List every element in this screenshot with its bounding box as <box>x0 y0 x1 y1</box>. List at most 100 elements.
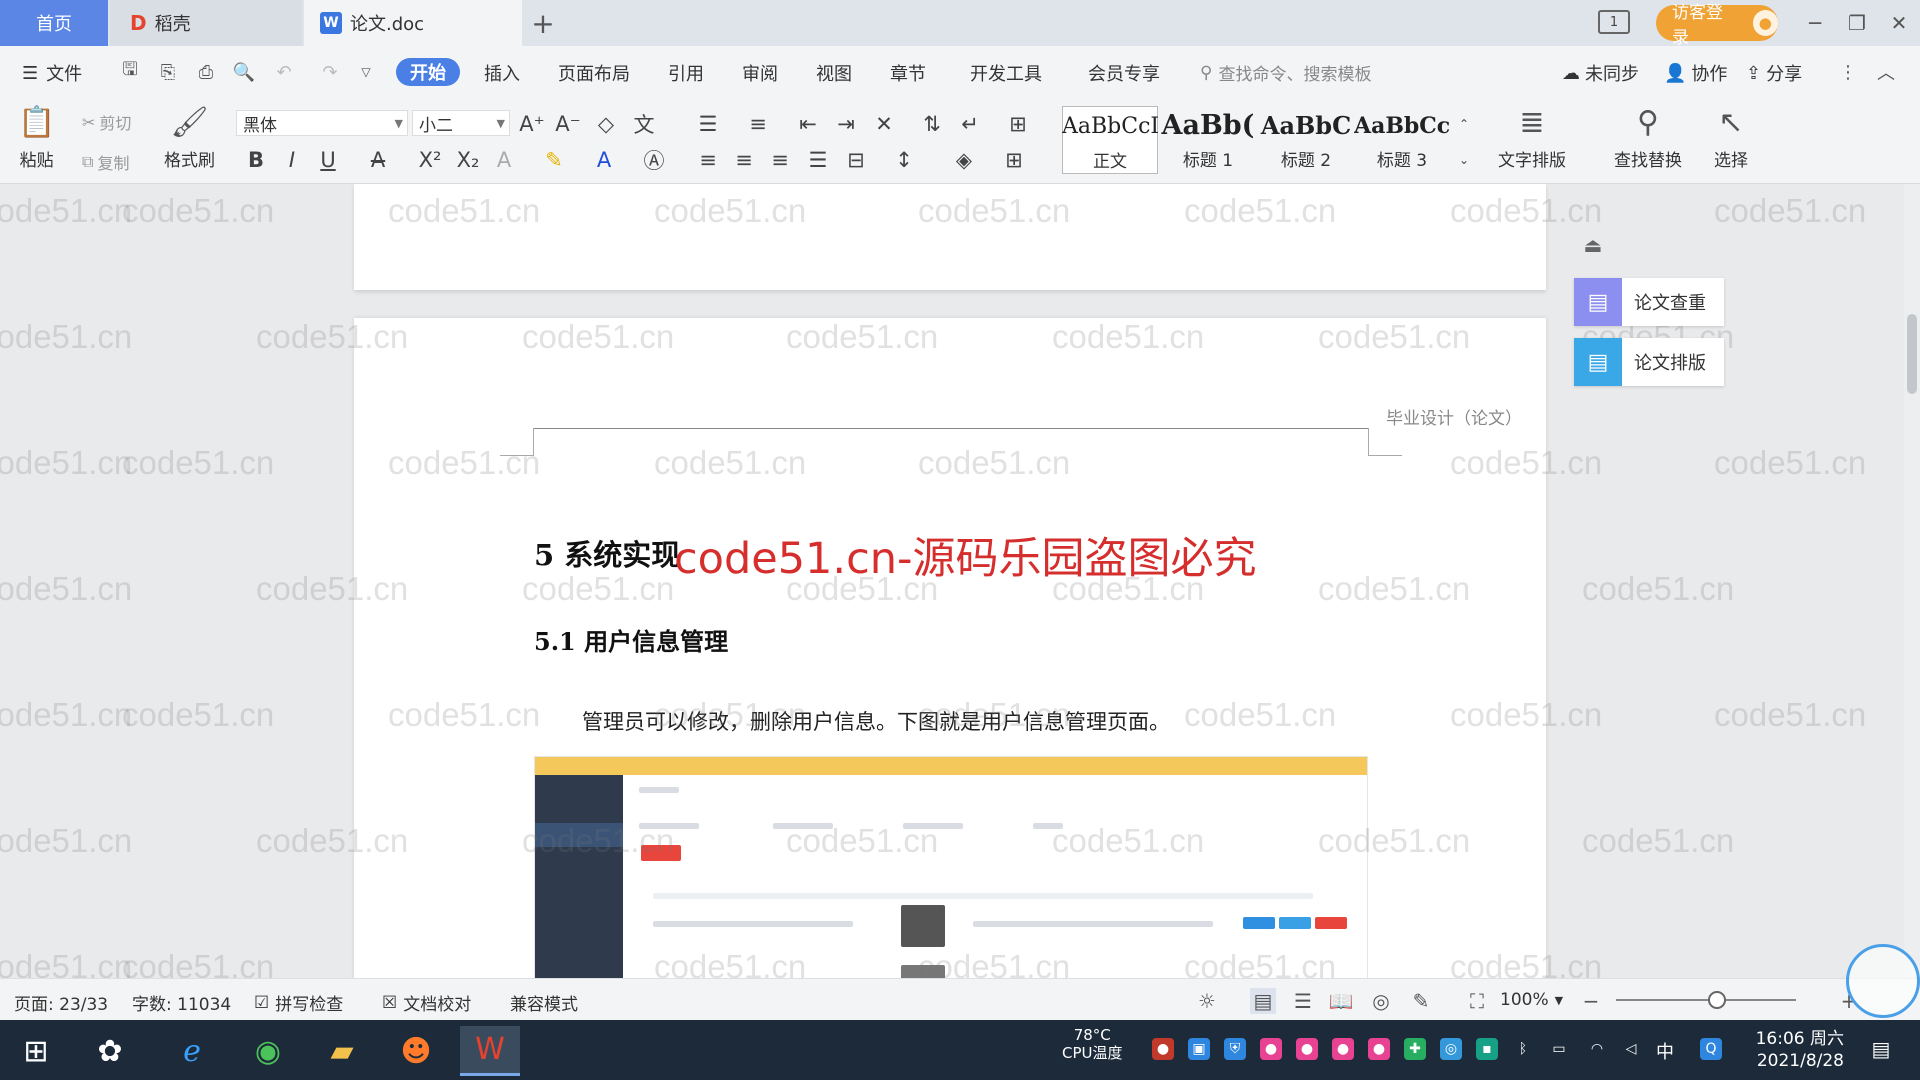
find-replace-button[interactable]: ⚲ 查找替换 <box>1614 104 1682 171</box>
page-indicator[interactable]: 页面: 23/33 <box>14 990 108 1015</box>
menu-file[interactable]: ☰ 文件 <box>22 60 82 86</box>
undo-icon[interactable]: ↶ <box>272 60 296 84</box>
reading-view-icon[interactable]: 📖 <box>1328 988 1354 1014</box>
phonetic-icon[interactable]: 文 <box>630 110 658 138</box>
embedded-screenshot[interactable] <box>534 756 1368 978</box>
line-spacing-icon[interactable]: ↕ <box>890 146 918 174</box>
cut-button[interactable]: ✂ 剪切 <box>82 110 131 134</box>
show-marks-icon[interactable]: ↵ <box>956 110 984 138</box>
copy-button[interactable]: ⧉ 复制 <box>82 150 129 174</box>
align-left-icon[interactable]: ≡ <box>694 146 722 174</box>
bluetooth-icon[interactable]: ᛒ <box>1512 1038 1534 1060</box>
grow-font-icon[interactable]: A⁺ <box>518 110 546 138</box>
wifi-icon[interactable]: ◠ <box>1586 1038 1608 1060</box>
quick-access-dropdown-icon[interactable]: ▽ <box>354 60 378 84</box>
system-clock[interactable]: 16:06 周六 2021/8/28 <box>1744 1028 1844 1072</box>
menu-page-layout[interactable]: 页面布局 <box>558 60 630 86</box>
justify-icon[interactable]: ☰ <box>804 146 832 174</box>
menu-references[interactable]: 引用 <box>668 60 704 86</box>
volume-icon[interactable]: ◁ <box>1620 1038 1642 1060</box>
more-icon[interactable]: ⋮ <box>1836 60 1860 84</box>
subscript-icon[interactable]: X₂ <box>454 146 482 174</box>
menu-insert[interactable]: 插入 <box>484 60 520 86</box>
wps-taskbar-icon[interactable]: W <box>460 1026 520 1076</box>
nvidia-icon[interactable]: ▪ <box>1476 1038 1498 1060</box>
styles-scroll-icon[interactable]: ⌃ <box>1450 110 1478 138</box>
char-border-icon[interactable]: Ⓐ <box>640 146 668 174</box>
collapse-ribbon-icon[interactable]: ︿ <box>1874 60 1898 84</box>
strikethrough-icon[interactable]: A <box>364 146 392 174</box>
print-preview-icon[interactable]: 🔍 <box>232 60 256 84</box>
export-pdf-icon[interactable]: ⎘ <box>156 60 180 84</box>
windows-start-icon[interactable]: ⊞ <box>6 1026 66 1076</box>
zoom-select[interactable]: 100% ▼ <box>1500 990 1563 1010</box>
guest-login-button[interactable]: 访客登录 ● <box>1656 3 1778 48</box>
menu-review[interactable]: 审阅 <box>742 60 778 86</box>
style-normal[interactable]: AaBbCcI 正文 <box>1062 106 1158 174</box>
menu-view[interactable]: 视图 <box>816 60 852 86</box>
decrease-indent-icon[interactable]: ⇤ <box>794 110 822 138</box>
paper-format-button[interactable]: ▤ 论文排版 <box>1574 338 1724 386</box>
page-view-icon[interactable]: ▤ <box>1250 988 1276 1014</box>
tray-app-icon[interactable]: ● <box>1332 1038 1354 1060</box>
fit-page-icon[interactable]: ⛶ <box>1464 988 1490 1014</box>
tray-app-icon[interactable]: ● <box>1152 1038 1174 1060</box>
shield-icon[interactable]: ⛨ <box>1224 1038 1246 1060</box>
window-layout-icon[interactable]: 1 <box>1598 10 1630 34</box>
font-name-select[interactable]: 黑体 ▼ <box>236 110 408 136</box>
close-icon[interactable]: ✕ <box>1884 8 1914 38</box>
ie-browser-icon[interactable]: ℯ <box>162 1026 222 1076</box>
zoom-slider[interactable] <box>1616 999 1796 1001</box>
tab-document[interactable]: W 论文.doc <box>304 0 522 46</box>
web-view-icon[interactable]: ◎ <box>1368 988 1394 1014</box>
select-button[interactable]: ↖ 选择 <box>1714 104 1748 171</box>
print-icon[interactable]: ⎙ <box>194 60 218 84</box>
tray-app-icon[interactable]: ◎ <box>1440 1038 1462 1060</box>
game-app-icon[interactable]: ☻ <box>386 1026 446 1076</box>
paste-button[interactable]: 📋 粘贴 <box>18 104 55 171</box>
assistant-float-ball[interactable] <box>1846 944 1920 1018</box>
browser-360-icon[interactable]: ◉ <box>238 1026 298 1076</box>
numbered-list-icon[interactable]: ≡ <box>744 110 772 138</box>
new-tab-button[interactable]: + <box>528 7 558 40</box>
tray-app-icon[interactable]: ✚ <box>1404 1038 1426 1060</box>
file-explorer-icon[interactable]: ▰ <box>312 1026 372 1076</box>
save-icon[interactable]: 🖫 <box>118 59 142 84</box>
sort-icon[interactable]: ⇅ <box>918 110 946 138</box>
battery-icon[interactable]: ▭ <box>1548 1038 1570 1060</box>
tray-app-icon[interactable]: ● <box>1296 1038 1318 1060</box>
borders-icon[interactable]: ⊞ <box>1000 146 1028 174</box>
tab-home[interactable]: 首页 <box>0 0 108 46</box>
write-view-icon[interactable]: ✎ <box>1408 988 1434 1014</box>
menu-chapter[interactable]: 章节 <box>890 60 926 86</box>
clear-format-icon[interactable]: ◇ <box>592 110 620 138</box>
current-page[interactable]: 毕业设计（论文） 5 系统实现 code51.cn-源码乐园盗图必究 5.1 用… <box>354 318 1546 978</box>
menu-developer[interactable]: 开发工具 <box>970 60 1042 86</box>
tray-app-icon[interactable]: ● <box>1260 1038 1282 1060</box>
align-right-icon[interactable]: ≡ <box>766 146 794 174</box>
collab-button[interactable]: 👤 协作 <box>1664 60 1727 86</box>
font-size-select[interactable]: 小二 ▼ <box>412 110 510 136</box>
search-tray-icon[interactable]: Q <box>1700 1038 1722 1060</box>
italic-icon[interactable]: I <box>278 146 306 174</box>
ime-indicator[interactable]: 中 <box>1656 1038 1674 1064</box>
restore-icon[interactable]: ❐ <box>1842 8 1872 38</box>
superscript-icon[interactable]: X² <box>416 146 444 174</box>
increase-indent-icon[interactable]: ⇥ <box>832 110 860 138</box>
style-heading-1[interactable]: AaBb( 标题 1 <box>1160 106 1256 174</box>
text-effect-icon[interactable]: A <box>490 146 518 174</box>
distribute-icon[interactable]: ⊟ <box>842 146 870 174</box>
command-search[interactable]: ⚲ 查找命令、搜索模板 <box>1200 60 1371 86</box>
proofread-button[interactable]: ☒ 文档校对 <box>382 990 471 1016</box>
spellcheck-button[interactable]: ☑ 拼写检查 <box>254 990 343 1016</box>
minimize-icon[interactable]: ─ <box>1800 8 1830 38</box>
vertical-scrollbar[interactable] <box>1904 184 1920 978</box>
chinese-layout-icon[interactable]: ✕ <box>870 110 898 138</box>
align-center-icon[interactable]: ≡ <box>730 146 758 174</box>
scrollbar-thumb[interactable] <box>1907 314 1917 394</box>
fan-app-icon[interactable]: ✿ <box>80 1026 140 1076</box>
sync-button[interactable]: ☁ 未同步 <box>1562 60 1639 86</box>
redo-icon[interactable]: ↷ <box>318 60 342 84</box>
menu-start[interactable]: 开始 <box>396 58 460 86</box>
menu-member[interactable]: 会员专享 <box>1088 60 1160 86</box>
